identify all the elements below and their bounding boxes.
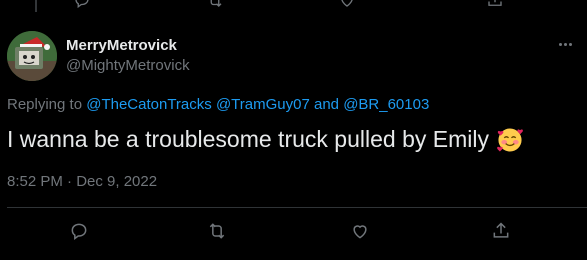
tweet-body: I wanna be a troublesome truck pulled by… [7,126,489,152]
previous-reply-icon[interactable] [73,0,91,9]
share-button[interactable] [489,219,513,243]
user-handle[interactable]: @MightyMetrovick [66,57,190,74]
avatar-image [7,31,57,81]
divider [7,207,587,208]
previous-retweet-icon[interactable] [206,0,224,7]
display-name[interactable]: MerryMetrovick [66,37,177,54]
replying-to-line: Replying to @TheCatonTracks @TramGuy07 a… [7,96,429,113]
retweet-icon [209,223,225,239]
like-icon [353,225,367,239]
reply-icon [71,223,87,240]
more-options-icon[interactable] [555,35,575,53]
retweet-button[interactable] [205,219,229,243]
mention-link[interactable]: @TramGuy07 [216,96,310,113]
avatar[interactable] [7,31,57,81]
mention-link[interactable]: @TheCatonTracks [86,96,212,113]
smiling-face-with-hearts-icon [497,127,523,152]
previous-like-icon[interactable] [338,0,356,7]
reply-button[interactable] [67,219,91,243]
mention-link[interactable]: @BR_60103 [343,96,429,113]
tweet-timestamp[interactable]: 8:52 PM · Dec 9, 2022 [7,173,157,190]
mention-joiner: and [309,96,344,113]
like-button[interactable] [348,219,372,243]
tweet-text: I wanna be a troublesome truck pulled by… [7,126,523,153]
replying-to-prefix: Replying to [7,96,87,113]
previous-share-icon[interactable] [486,0,504,7]
share-icon [493,222,509,238]
previous-tweet-action-bar [0,0,587,9]
